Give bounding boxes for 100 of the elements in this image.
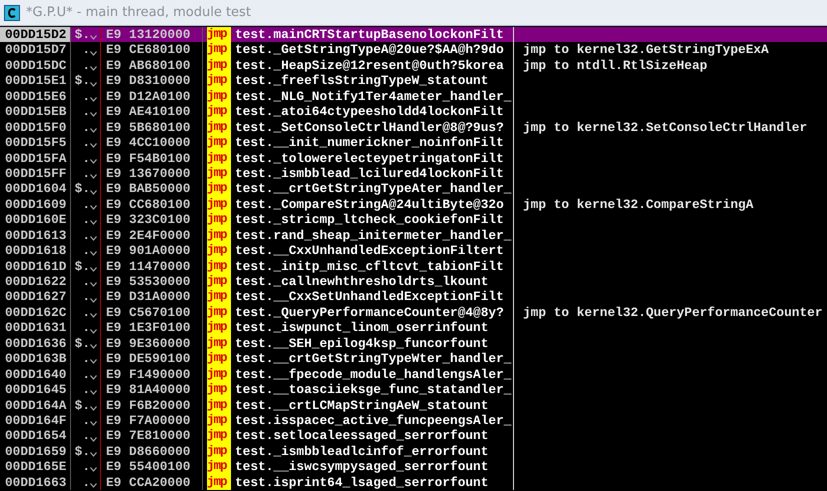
operand-text: test._ismbblead_lcilured4lockonFilt <box>235 166 504 181</box>
bytes-text: E9 13670000 <box>106 166 190 181</box>
mnemonic-text: jmp <box>207 135 227 150</box>
listing-row[interactable]: 00DD15D2 $. E9 13120000 jmp test.mainCRTStartupBasenolockonFilt <box>0 27 827 42</box>
listing-row[interactable]: 00DD1640 . E9 F1490000 jmp test.__fpecode_module_handlengsAler_ <box>0 366 827 382</box>
listing-row[interactable]: 00DD160E . E9 323C0100 jmp test._stricmp_ltcheck_cookiefonFilt <box>0 212 827 228</box>
caret-icon <box>90 374 97 380</box>
listing-row[interactable]: 00DD162C . E9 C5670100 jmp test._QueryPerformanceCounter@4@8y? jmp to kernel32.QueryPerformanceCounter <box>0 304 827 320</box>
mnemonic-text: jmp <box>207 351 227 366</box>
bytes-text: E9 13120000 <box>106 27 190 42</box>
bytes-text: E9 F6B20000 <box>106 398 190 412</box>
address-text: 00DD1618 <box>5 243 66 258</box>
listing-row[interactable]: 00DD1631 . E9 1E3F0100 jmp test._iswpunct_linom_oserrinfount <box>0 320 827 336</box>
bytes-text: E9 4CC10000 <box>106 135 190 150</box>
mnemonic-text: jmp <box>207 366 227 381</box>
listing-row[interactable]: 00DD15E6 . E9 D12A0100 jmp test._NLG_Notify1Ter4ameter_handler_ <box>0 88 827 104</box>
listing-row[interactable]: 00DD15D7 . E9 CE680100 jmp test._GetStringTypeA@20ue?$AA@h?9do jmp to kernel32.GetStringTypeExA <box>0 42 827 58</box>
caret-icon <box>90 344 97 349</box>
listing-row[interactable]: 00DD15EB . E9 AE410100 jmp test._atoi64ctypeesholdd4lockonFilt <box>0 104 827 120</box>
listing-row[interactable]: 00DD1636 $. E9 9E360000 jmp test.__SEH_epilog4ksp_funcorfount <box>0 336 827 352</box>
address-text: 00DD1663 <box>5 474 66 490</box>
operand-text: test._NLG_Notify1Ter4ameter_handler_ <box>235 88 512 104</box>
mnemonic-text: jmp <box>207 320 227 334</box>
operand-text: test.__crtLCMapStringAeW_statount <box>235 398 488 412</box>
listing-row[interactable]: 00DD15FF . E9 13670000 jmp test._ismbblead_lcilured4lockonFilt <box>0 166 827 182</box>
listing-row[interactable]: 00DD1659 $. E9 D8660000 jmp test._ismbbleadlcinfof_errorfount <box>0 444 827 460</box>
operand-text: test.isprint64_lsaged_serrorfount <box>235 474 488 490</box>
listing-row[interactable]: 00DD15DC . E9 AB680100 jmp test._HeapSize@12resent@0uth?5korea jmp to ntdll.RtlSizeHeap <box>0 58 827 74</box>
caret-icon <box>90 158 97 164</box>
bytes-text: E9 F1490000 <box>106 366 190 382</box>
bytes-text: E9 F7A00000 <box>106 412 190 428</box>
mnemonic-text: jmp <box>207 459 227 474</box>
listing-row[interactable]: 00DD163B . E9 DE590100 jmp test.__crtGetStringTypeWter_handler_ <box>0 351 827 367</box>
listing-row[interactable]: 00DD1622 . E9 53530000 jmp test._callnewhthresholdrts_lkount <box>0 274 827 290</box>
marker-text: . <box>82 366 90 382</box>
mnemonic-text: jmp <box>207 243 227 258</box>
marker-text: . <box>82 104 90 120</box>
listing-row[interactable]: 00DD165E . E9 55400100 jmp test.__iswcsympysaged_serrorfount <box>0 459 827 475</box>
operand-text: test.isspacec_active_funcpeengsAler_ <box>235 412 512 428</box>
marker-text: . <box>82 382 90 398</box>
bytes-text: E9 AB680100 <box>106 58 190 73</box>
listing-row[interactable]: 00DD15F5 . E9 4CC10000 jmp test.__init_numerickner_noinfonFilt <box>0 135 827 150</box>
mnemonic-text: jmp <box>207 27 227 41</box>
caret-icon <box>90 282 97 288</box>
operand-text: test.__CxxUnhandledExceptionFiltert <box>235 243 504 258</box>
operand-text: test._atoi64ctypeesholdd4lockonFilt <box>235 104 504 120</box>
mnemonic-text: jmp <box>207 258 227 273</box>
comment-text: jmp to kernel32.CompareStringA <box>523 196 754 212</box>
caret-icon <box>90 112 97 118</box>
listing-row[interactable]: 00DD1613 . E9 2E4F0000 jmp test.rand_sheap_initermeter_handler_ <box>0 228 827 244</box>
marker-text: . <box>82 304 90 320</box>
operand-text: test._tolowerelecteypetringatonFilt <box>235 150 504 166</box>
marker-text: . <box>82 289 90 305</box>
listing-row[interactable]: 00DD1645 . E9 81A40000 jmp test.__toasciieksge_func_statandler_ <box>0 382 827 398</box>
listing-row[interactable]: 00DD161D $. E9 11470000 jmp test._initp_misc_cfltcvt_tabionFilt <box>0 258 827 274</box>
caret-icon <box>90 236 97 241</box>
marker-text: . <box>82 58 90 74</box>
mnemonic-text: jmp <box>207 289 227 304</box>
caret-icon <box>90 35 97 40</box>
operand-text: test._freeflsStringTypeW_statount <box>235 73 488 88</box>
listing-row[interactable]: 00DD1609 . E9 CC680100 jmp test._CompareStringA@24ultiByte@32o jmp to kernel32.CompareStringA <box>0 196 827 212</box>
caret-icon <box>90 436 97 442</box>
listing-row[interactable]: 00DD164F . E9 F7A00000 jmp test.isspacec_active_funcpeengsAler_ <box>0 412 827 428</box>
address-text: 00DD1613 <box>5 228 66 243</box>
mnemonic-text: jmp <box>207 181 227 196</box>
bytes-text: E9 9E360000 <box>106 336 190 351</box>
marker-text: $. <box>74 258 90 274</box>
marker-text: . <box>82 243 90 259</box>
address-text: 00DD1636 <box>5 336 66 351</box>
marker-text: . <box>82 274 90 290</box>
listing-row[interactable]: 00DD164A $. E9 F6B20000 jmp test.__crtLCMapStringAeW_statount <box>0 398 827 413</box>
operand-text: test.__init_numerickner_noinfonFilt <box>235 135 504 150</box>
listing-row[interactable]: 00DD1618 . E9 901A0000 jmp test.__CxxUnhandledExceptionFiltert <box>0 243 827 259</box>
operand-text: test._iswpunct_linom_oserrinfount <box>235 320 488 336</box>
window-title: *G.P.U* - main thread, module test <box>26 5 251 20</box>
bytes-text: E9 D12A0100 <box>106 88 190 104</box>
listing-row[interactable]: 00DD1627 . E9 D31A0000 jmp test.__CxxSetUnhandledExceptionFilt <box>0 289 827 305</box>
address-text: 00DD15E6 <box>5 88 66 104</box>
listing-row[interactable]: 00DD15FA . E9 F54B0100 jmp test._tolowerelecteypetringatonFilt <box>0 150 827 166</box>
listing-row[interactable]: 00DD1654 . E9 7E810000 jmp test.setlocaleessaged_serrorfount <box>0 428 827 444</box>
listing-row[interactable]: 00DD1604 $. E9 BAB50000 jmp test.__crtGetStringTypeAter_handler_ <box>0 181 827 197</box>
mnemonic-text: jmp <box>207 274 227 288</box>
window-icon[interactable] <box>4 4 20 20</box>
bytes-text: E9 CC680100 <box>106 196 190 212</box>
listing-row[interactable]: 00DD15E1 $. E9 D8310000 jmp test._freeflsStringTypeW_statount <box>0 73 827 89</box>
address-text: 00DD1654 <box>5 428 66 444</box>
bytes-text: E9 D8660000 <box>106 444 190 459</box>
mnemonic-text: jmp <box>207 428 227 442</box>
mnemonic-text: jmp <box>207 212 227 226</box>
listing-row[interactable]: 00DD1663 . E9 CCA20000 jmp test.isprint64_lsaged_serrorfount <box>0 474 827 490</box>
caret-icon <box>90 82 97 87</box>
mnemonic-text: jmp <box>207 42 227 56</box>
listing-row[interactable]: 00DD15F0 . E9 5B680100 jmp test._SetConsoleCtrlHandler@8@?9us? jmp to kernel32.SetConsoleCtrlHandler <box>0 120 827 136</box>
address-text: 00DD1622 <box>5 274 66 289</box>
bytes-text: E9 CCA20000 <box>106 474 190 490</box>
bytes-text: E9 81A40000 <box>106 382 190 398</box>
comment-text: jmp to ntdll.RtlSizeHeap <box>523 58 708 73</box>
marker-text: . <box>82 351 90 367</box>
caret-icon <box>90 467 97 472</box>
address-text: 00DD163B <box>5 351 66 366</box>
